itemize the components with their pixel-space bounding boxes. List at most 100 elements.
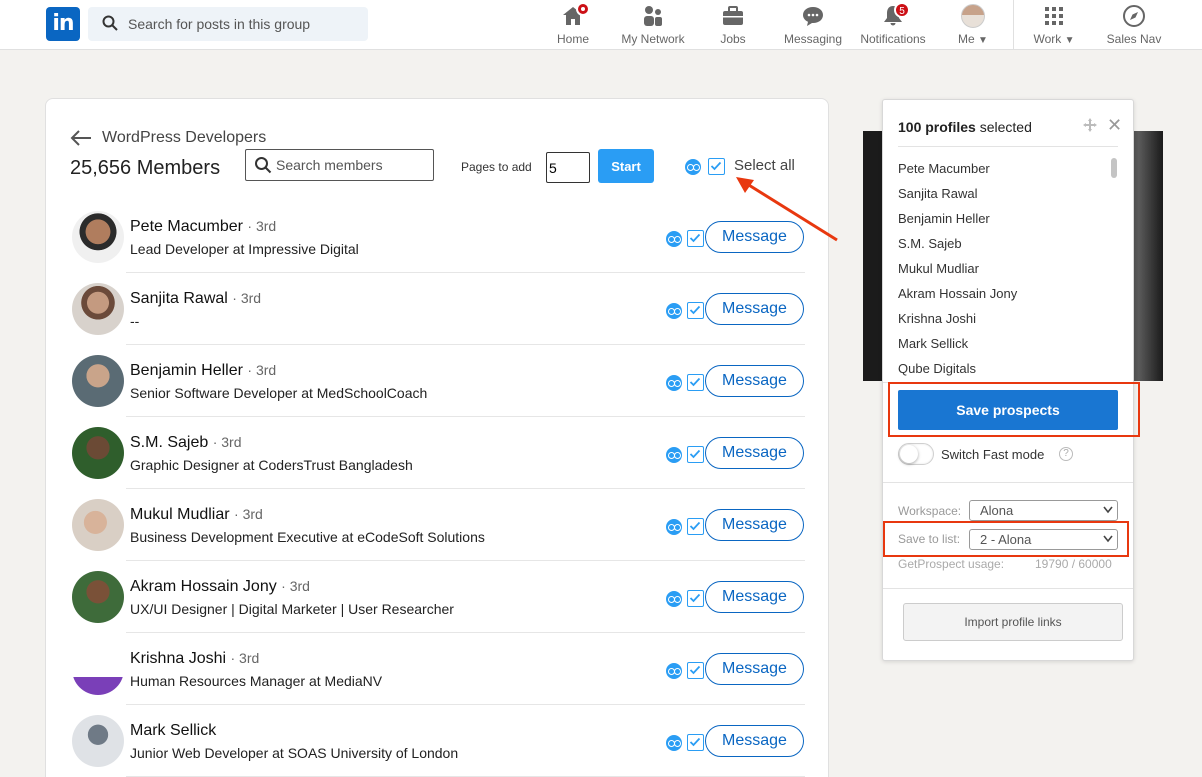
- getprospect-icon: [666, 663, 682, 679]
- avatar[interactable]: [72, 643, 124, 695]
- member-row: Benjamin Heller · 3rd Senior Software Dev…: [70, 345, 805, 417]
- member-name[interactable]: Benjamin Heller · 3rd: [130, 362, 276, 380]
- nav-sales-nav-label: Sales Nav: [1106, 32, 1162, 46]
- avatar[interactable]: [72, 211, 124, 263]
- members-card: WordPress Developers 25,656 Members Page…: [45, 98, 829, 777]
- compass-icon: [1123, 5, 1145, 27]
- member-checkbox[interactable]: [687, 302, 704, 319]
- member-row: Akram Hossain Jony · 3rd UX/UI Designer |…: [70, 561, 805, 633]
- member-checkbox[interactable]: [687, 446, 704, 463]
- getprospect-icon: [685, 159, 701, 175]
- briefcase-icon: [723, 6, 743, 25]
- message-button[interactable]: Message: [705, 653, 804, 685]
- messaging-icon: [803, 7, 823, 26]
- nav-divider: [1013, 0, 1014, 50]
- message-button[interactable]: Message: [705, 293, 804, 325]
- member-name-text[interactable]: S.M. Sajeb: [130, 434, 208, 451]
- selected-profile-item: Pete Macumber: [898, 161, 990, 176]
- pages-to-add-input[interactable]: [546, 152, 590, 183]
- import-profile-links-button[interactable]: Import profile links: [903, 603, 1123, 641]
- member-name-text[interactable]: Sanjita Rawal: [130, 290, 228, 307]
- scrollbar-thumb[interactable]: [1111, 158, 1117, 178]
- selected-profile-item: Akram Hossain Jony: [898, 286, 1018, 301]
- fast-mode-toggle[interactable]: [898, 443, 934, 465]
- selected-profile-item: Mukul Mudliar: [898, 261, 979, 276]
- avatar[interactable]: [72, 427, 124, 479]
- member-checkbox[interactable]: [687, 662, 704, 679]
- member-checkbox[interactable]: [687, 734, 704, 751]
- member-headline: Senior Software Developer at MedSchoolCo…: [130, 385, 428, 401]
- member-name-text[interactable]: Benjamin Heller: [130, 362, 243, 379]
- member-headline: Junior Web Developer at SOAS University …: [130, 745, 459, 761]
- member-search-input[interactable]: [276, 150, 426, 180]
- selected-profile-item: S.M. Sajeb: [898, 236, 962, 251]
- close-icon[interactable]: ✕: [1107, 116, 1122, 134]
- nav-sales-nav[interactable]: Sales Nav: [1104, 4, 1164, 46]
- selected-count-number: 100 profiles: [898, 119, 976, 135]
- back-arrow-icon[interactable]: [70, 129, 92, 147]
- member-headline: Graphic Designer at CodersTrust Banglade…: [130, 457, 413, 473]
- fast-mode-label: Switch Fast mode: [941, 447, 1045, 462]
- avatar[interactable]: [72, 355, 124, 407]
- avatar[interactable]: [72, 571, 124, 623]
- nav-jobs[interactable]: Jobs: [712, 4, 754, 46]
- group-title[interactable]: WordPress Developers: [102, 129, 266, 147]
- scrollbar-track[interactable]: [1110, 156, 1118, 382]
- nav-me[interactable]: Me ▼: [953, 4, 993, 46]
- member-name[interactable]: Mark Sellick: [130, 722, 216, 740]
- message-button[interactable]: Message: [705, 365, 804, 397]
- member-checkbox[interactable]: [687, 590, 704, 607]
- start-button[interactable]: Start: [598, 149, 654, 183]
- member-name[interactable]: Sanjita Rawal · 3rd: [130, 290, 261, 308]
- network-icon: [644, 6, 662, 26]
- member-name[interactable]: Mukul Mudliar · 3rd: [130, 506, 263, 524]
- message-button[interactable]: Message: [705, 581, 804, 613]
- nav-home[interactable]: Home: [552, 2, 594, 46]
- member-checkbox[interactable]: [687, 230, 704, 247]
- message-button[interactable]: Message: [705, 509, 804, 541]
- annotation-highlight-list: [883, 521, 1129, 557]
- member-checkbox[interactable]: [687, 374, 704, 391]
- message-button[interactable]: Message: [705, 437, 804, 469]
- member-name[interactable]: Krishna Joshi · 3rd: [130, 650, 259, 668]
- getprospect-icon: [666, 519, 682, 535]
- checkmark-icon: [689, 521, 701, 531]
- checkmark-icon: [689, 665, 701, 675]
- getprospect-panel: 100 profiles selected ✕ Pete Macumber San…: [882, 99, 1134, 661]
- global-search[interactable]: [88, 7, 368, 41]
- nav-my-network[interactable]: My Network: [617, 4, 689, 46]
- avatar[interactable]: [72, 499, 124, 551]
- select-all-checkbox[interactable]: [708, 158, 725, 175]
- avatar[interactable]: [72, 283, 124, 335]
- nav-jobs-label: Jobs: [720, 32, 746, 46]
- member-headline: Business Development Executive at eCodeS…: [130, 529, 485, 545]
- member-name-text[interactable]: Mukul Mudliar: [130, 506, 230, 523]
- member-name-text[interactable]: Pete Macumber: [130, 218, 243, 235]
- member-name-text[interactable]: Krishna Joshi: [130, 650, 226, 667]
- nav-messaging[interactable]: Messaging: [780, 4, 846, 46]
- message-button[interactable]: Message: [705, 725, 804, 757]
- workspace-value: Alona: [980, 503, 1014, 518]
- nav-work[interactable]: Work ▼: [1030, 4, 1078, 46]
- member-name[interactable]: Akram Hossain Jony · 3rd: [130, 578, 310, 596]
- selected-profiles-list[interactable]: Pete Macumber Sanjita Rawal Benjamin Helle…: [898, 156, 1108, 382]
- member-name-text[interactable]: Akram Hossain Jony: [130, 578, 277, 595]
- nav-notifications[interactable]: 5 Notifications: [856, 2, 930, 46]
- connection-degree: · 3rd: [232, 290, 262, 306]
- search-input[interactable]: [128, 7, 358, 41]
- nav-home-label: Home: [556, 32, 589, 46]
- member-row: Krishna Joshi · 3rd Human Resources Manag…: [70, 633, 805, 705]
- member-checkbox[interactable]: [687, 518, 704, 535]
- move-icon[interactable]: [1083, 118, 1097, 132]
- member-name[interactable]: S.M. Sajeb · 3rd: [130, 434, 242, 452]
- connection-degree: · 3rd: [247, 362, 277, 378]
- help-icon[interactable]: ?: [1059, 447, 1073, 461]
- avatar[interactable]: [72, 715, 124, 767]
- caret-down-icon: ▼: [1064, 35, 1075, 46]
- member-name-text[interactable]: Mark Sellick: [130, 722, 216, 739]
- member-name[interactable]: Pete Macumber · 3rd: [130, 218, 276, 236]
- workspace-select[interactable]: Alona: [969, 500, 1118, 521]
- linkedin-logo[interactable]: in: [46, 7, 80, 41]
- member-search-box[interactable]: [245, 149, 434, 181]
- member-headline: Lead Developer at Impressive Digital: [130, 241, 359, 257]
